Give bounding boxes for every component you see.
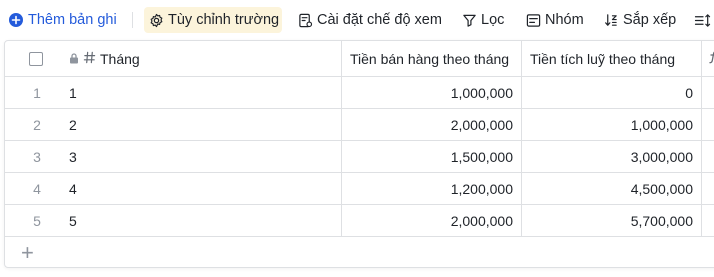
- document-settings-icon: [298, 13, 313, 28]
- cell-month[interactable]: 2: [57, 109, 341, 140]
- column-header-formula[interactable]: [701, 41, 714, 76]
- toolbar-divider: [132, 12, 133, 28]
- cell-month[interactable]: 4: [57, 173, 341, 204]
- select-all-checkbox[interactable]: [29, 51, 43, 66]
- number-field-icon: [83, 51, 96, 67]
- sort-button[interactable]: Sắp xếp: [604, 7, 676, 33]
- view-settings-label: Cài đặt chế độ xem: [317, 12, 442, 28]
- view-settings-button[interactable]: Cài đặt chế độ xem: [298, 7, 442, 33]
- header-row: Tháng Tiền bán hàng theo tháng Tiền tích…: [5, 41, 714, 77]
- add-row-button[interactable]: +: [5, 237, 65, 267]
- table-row[interactable]: 4 4 1,200,000 4,500,000: [5, 173, 714, 205]
- filter-label: Lọc: [481, 12, 505, 28]
- column-header-month[interactable]: Tháng: [57, 41, 341, 76]
- cell-sales[interactable]: 2,000,000: [341, 109, 521, 140]
- column-header-sales-label: Tiền bán hàng theo tháng: [350, 50, 510, 67]
- cell-sales[interactable]: 1,200,000: [341, 173, 521, 204]
- data-grid: Tháng Tiền bán hàng theo tháng Tiền tích…: [4, 40, 714, 268]
- cell-cumulative[interactable]: 0: [521, 77, 701, 108]
- column-header-cumulative-label: Tiền tích luỹ theo tháng: [530, 50, 676, 67]
- lock-icon: [69, 51, 79, 67]
- cell-extra[interactable]: [701, 109, 714, 140]
- group-label: Nhóm: [545, 12, 584, 28]
- cell-cumulative[interactable]: 1,000,000: [521, 109, 701, 140]
- cell-extra[interactable]: [701, 141, 714, 172]
- column-header-cumulative[interactable]: Tiền tích luỹ theo tháng: [521, 41, 701, 76]
- cell-cumulative[interactable]: 5,700,000: [521, 205, 701, 236]
- cell-extra[interactable]: [701, 77, 714, 108]
- cell-month[interactable]: 5: [57, 205, 341, 236]
- cell-cumulative[interactable]: 3,000,000: [521, 141, 701, 172]
- cell-month[interactable]: 1: [57, 77, 341, 108]
- table-row[interactable]: 2 2 2,000,000 1,000,000: [5, 109, 714, 141]
- sort-icon: [604, 13, 619, 28]
- plus-circle-icon: [9, 13, 23, 27]
- plus-icon: +: [21, 240, 34, 265]
- customize-fields-label: Tùy chỉnh trường: [168, 12, 280, 28]
- add-record-button[interactable]: Thêm bản ghi: [9, 7, 117, 33]
- group-button[interactable]: Nhóm: [526, 7, 584, 33]
- customize-fields-button[interactable]: Tùy chỉnh trường: [144, 7, 282, 33]
- table-row[interactable]: 3 3 1,500,000 3,000,000: [5, 141, 714, 173]
- row-height-button[interactable]: [694, 7, 712, 33]
- table-row[interactable]: 5 5 2,000,000 5,700,000: [5, 205, 714, 237]
- cell-month[interactable]: 3: [57, 141, 341, 172]
- add-record-label: Thêm bản ghi: [28, 12, 117, 28]
- cell-sales[interactable]: 1,000,000: [341, 77, 521, 108]
- cell-cumulative[interactable]: 4,500,000: [521, 173, 701, 204]
- cell-extra[interactable]: [701, 205, 714, 236]
- gear-icon: [149, 13, 164, 28]
- group-list-icon: [526, 13, 541, 28]
- cell-sales[interactable]: 1,500,000: [341, 141, 521, 172]
- column-header-sales[interactable]: Tiền bán hàng theo tháng: [341, 41, 521, 76]
- cell-sales[interactable]: 2,000,000: [341, 205, 521, 236]
- cell-extra[interactable]: [701, 173, 714, 204]
- filter-button[interactable]: Lọc: [462, 7, 504, 33]
- view-toolbar: Thêm bản ghi Tùy chỉnh trường Cài đặt ch…: [0, 0, 714, 40]
- formula-field-icon: [708, 50, 714, 67]
- filter-icon: [462, 13, 477, 28]
- sort-label: Sắp xếp: [623, 12, 677, 28]
- table-row[interactable]: 1 1 1,000,000 0: [5, 77, 714, 109]
- column-header-month-label: Tháng: [100, 50, 140, 67]
- row-height-icon: [694, 13, 712, 28]
